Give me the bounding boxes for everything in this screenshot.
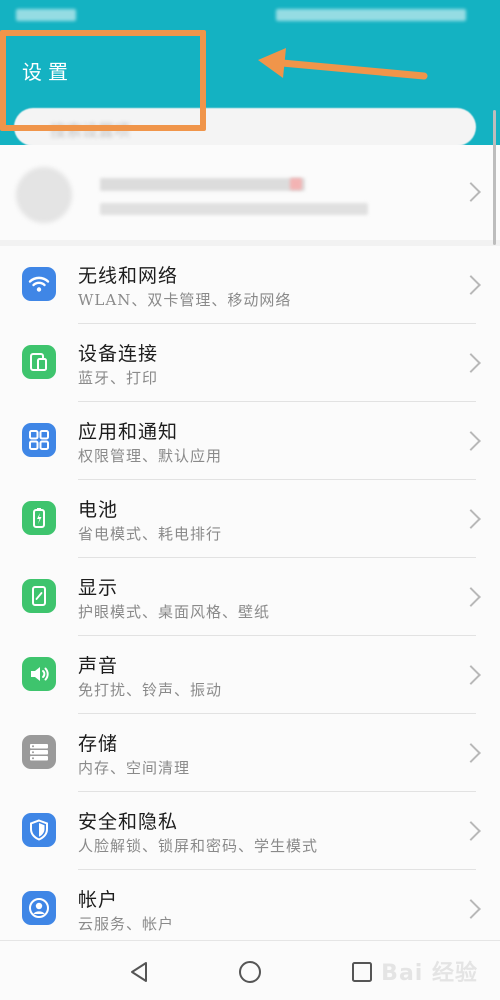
device-connect-icon [22, 345, 56, 379]
wifi-icon [22, 267, 56, 301]
account-card[interactable] [0, 145, 500, 240]
settings-item-label: 设备连接 [78, 343, 159, 365]
settings-item-apps-notifications[interactable]: 应用和通知 权限管理、默认应用 [0, 402, 500, 480]
chevron-right-icon [461, 275, 481, 295]
settings-item-subtitle: 人脸解锁、锁屏和密码、学生模式 [78, 837, 319, 855]
account-detail-blurred [100, 203, 368, 215]
settings-item-label: 电池 [78, 499, 119, 521]
account-name-blurred [100, 178, 305, 191]
chevron-right-icon [461, 665, 481, 685]
chevron-right-icon [461, 182, 481, 202]
chevron-right-icon [461, 509, 481, 529]
settings-item-battery[interactable]: 电池 省电模式、耗电排行 [0, 480, 500, 558]
display-icon [22, 579, 56, 613]
settings-item-subtitle: 护眼模式、桌面风格、壁纸 [78, 603, 271, 621]
settings-item-label: 无线和网络 [78, 265, 179, 287]
settings-item-display[interactable]: 显示 护眼模式、桌面风格、壁纸 [0, 558, 500, 636]
settings-list: 无线和网络 WLAN、双卡管理、移动网络 设备连接 蓝牙、打印 应用和通知 权限… [0, 246, 500, 940]
chevron-right-icon [461, 587, 481, 607]
settings-item-subtitle: 省电模式、耗电排行 [78, 525, 223, 543]
sound-icon [22, 657, 56, 691]
settings-item-sound[interactable]: 声音 免打扰、铃声、振动 [0, 636, 500, 714]
settings-item-subtitle: 内存、空间清理 [78, 759, 191, 777]
chevron-right-icon [461, 431, 481, 451]
settings-item-security-privacy[interactable]: 安全和隐私 人脸解锁、锁屏和密码、学生模式 [0, 792, 500, 870]
settings-item-subtitle: 云服务、帐户 [78, 915, 175, 933]
settings-item-wireless[interactable]: 无线和网络 WLAN、双卡管理、移动网络 [0, 246, 500, 324]
settings-item-subtitle: 蓝牙、打印 [78, 369, 159, 387]
status-time [16, 9, 76, 21]
settings-item-account[interactable]: 帐户 云服务、帐户 [0, 870, 500, 948]
chevron-right-icon [461, 743, 481, 763]
status-bar [0, 0, 500, 30]
settings-item-label: 安全和隐私 [78, 811, 179, 833]
settings-item-label: 声音 [78, 655, 119, 677]
apps-icon [22, 423, 56, 457]
settings-item-subtitle: WLAN、双卡管理、移动网络 [78, 291, 292, 309]
scrollbar[interactable] [493, 110, 496, 245]
settings-item-label: 帐户 [78, 889, 119, 911]
account-icon [22, 891, 56, 925]
settings-item-subtitle: 免打扰、铃声、振动 [78, 681, 223, 699]
navigation-bar: Bai 经验 [0, 940, 500, 1000]
chevron-right-icon [461, 899, 481, 919]
settings-item-device-connection[interactable]: 设备连接 蓝牙、打印 [0, 324, 500, 402]
recent-apps-icon[interactable] [349, 959, 375, 985]
back-icon[interactable] [126, 959, 152, 985]
watermark: Bai 经验 [381, 961, 478, 986]
status-indicators [276, 9, 466, 21]
battery-icon [22, 501, 56, 535]
home-icon[interactable] [237, 959, 263, 985]
chevron-right-icon [461, 353, 481, 373]
settings-item-storage[interactable]: 存储 内存、空间清理 [0, 714, 500, 792]
settings-item-label: 显示 [78, 577, 119, 599]
avatar [16, 167, 72, 223]
settings-item-label: 存储 [78, 733, 119, 755]
settings-item-label: 应用和通知 [78, 421, 179, 443]
chevron-right-icon [461, 821, 481, 841]
storage-icon [22, 735, 56, 769]
account-badge-blurred [290, 178, 302, 190]
annotation-highlight-box [0, 30, 206, 131]
shield-icon [22, 813, 56, 847]
settings-item-subtitle: 权限管理、默认应用 [78, 447, 223, 465]
